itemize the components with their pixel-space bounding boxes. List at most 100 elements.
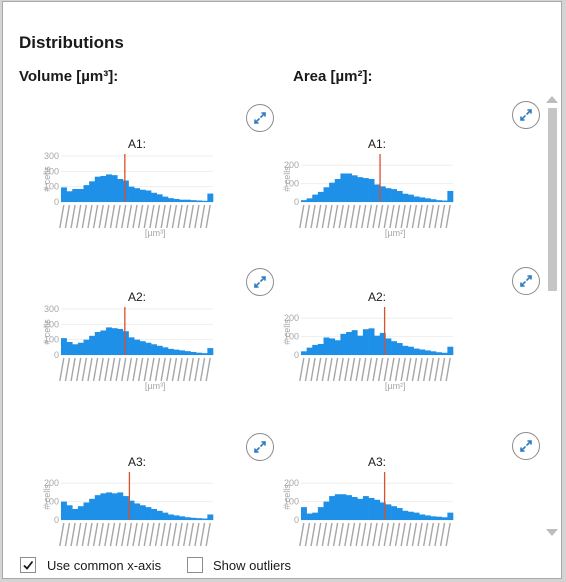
scrollbar-thumb[interactable] <box>548 108 557 291</box>
x-tick-label <box>171 357 178 382</box>
x-tick-label <box>400 357 406 382</box>
expand-chart-button[interactable] <box>246 433 274 461</box>
histogram-bar <box>184 199 191 202</box>
x-tick-label <box>366 522 373 547</box>
x-tick-label <box>321 522 328 547</box>
x-tick-label <box>327 204 333 229</box>
x-tick-label <box>149 357 155 382</box>
histogram-bar <box>323 501 330 520</box>
x-tick-label <box>92 522 99 547</box>
use-common-x-axis-label[interactable]: Use common x-axis <box>47 558 161 573</box>
histogram-bar <box>77 506 84 520</box>
x-tick-label <box>160 522 166 547</box>
expand-chart-button[interactable] <box>512 267 540 295</box>
expand-chart-button[interactable] <box>512 432 540 460</box>
x-tick-label <box>299 204 305 229</box>
histogram-bar <box>306 347 313 355</box>
scroll-up-arrow-icon[interactable] <box>546 96 558 103</box>
x-tick-label <box>81 204 88 229</box>
x-tick-label <box>64 357 71 382</box>
x-tick-label <box>428 522 434 547</box>
x-tick-label <box>194 204 200 229</box>
histogram-bar <box>190 200 197 202</box>
use-common-x-axis-checkbox[interactable] <box>20 557 36 573</box>
histogram-area-a2: A2: 200 100 0 # cells [µm²] <box>282 287 463 407</box>
histogram-bar <box>430 516 437 520</box>
x-tick-label <box>59 357 65 382</box>
histogram-bar <box>190 517 197 520</box>
x-tick-label <box>194 522 200 547</box>
expand-chart-button[interactable] <box>246 104 274 132</box>
x-tick-label <box>132 357 138 382</box>
histogram-bar <box>402 345 409 355</box>
histogram-bar <box>368 328 375 355</box>
x-tick-label <box>434 204 440 229</box>
x-tick-label <box>121 357 127 382</box>
histogram-bar <box>385 188 392 202</box>
show-outliers-checkbox[interactable] <box>187 557 203 573</box>
expand-chart-button[interactable] <box>512 101 540 129</box>
histogram-svg: A2:3002001000# cells[µm³] <box>42 290 214 391</box>
x-tick-label <box>115 204 121 229</box>
x-tick-label <box>64 522 71 547</box>
histogram-bar <box>122 331 129 355</box>
histogram-bar <box>83 339 90 355</box>
x-tick-label <box>310 522 316 547</box>
scroll-down-arrow-icon[interactable] <box>546 529 558 536</box>
x-tick-label <box>92 357 99 382</box>
x-tick-label <box>98 357 104 382</box>
y-axis-label: # cells <box>43 319 52 345</box>
x-tick-label <box>92 204 99 229</box>
expand-chart-button[interactable] <box>246 268 274 296</box>
x-tick-label <box>355 357 361 382</box>
x-tick-label <box>316 357 322 382</box>
histogram-bar <box>72 508 79 520</box>
histogram-bar <box>351 175 358 202</box>
histogram-bar <box>396 508 403 520</box>
histogram-bar <box>201 200 208 202</box>
histogram-bar <box>190 351 197 355</box>
histogram-bar <box>106 174 112 202</box>
histogram-bar <box>145 342 152 355</box>
histogram-bar <box>323 187 330 202</box>
histogram-bar <box>441 352 448 355</box>
x-tick-label <box>115 522 121 547</box>
x-tick-label <box>439 204 446 229</box>
histogram-bar <box>122 180 129 202</box>
x-tick-label <box>59 522 65 547</box>
histogram-bar <box>122 496 129 520</box>
x-tick-label <box>327 522 333 547</box>
x-tick-label <box>98 522 104 547</box>
histogram-bar <box>179 350 186 355</box>
histogram-bar <box>117 179 124 202</box>
x-tick-label <box>182 357 189 382</box>
x-tick-label <box>126 204 133 229</box>
histogram-bar <box>374 335 381 355</box>
histogram-bar <box>111 328 118 355</box>
histogram-bar <box>441 517 448 520</box>
histogram-bar <box>396 343 403 355</box>
histogram-bar <box>413 512 420 520</box>
x-tick-label <box>338 357 344 382</box>
histogram-bar <box>301 351 307 355</box>
histogram-bar <box>61 187 67 202</box>
histogram-bar <box>441 200 448 202</box>
y-tick-label: 0 <box>54 197 59 207</box>
histogram-bar <box>346 173 352 202</box>
x-tick-label <box>143 204 149 229</box>
x-tick-label <box>400 204 406 229</box>
histogram-bar <box>301 507 307 520</box>
vertical-scrollbar[interactable] <box>544 92 560 540</box>
histogram-bar <box>167 348 174 355</box>
x-tick-label <box>417 357 423 382</box>
histogram-volume-a1: A1: 300 200 100 0 # cells [µm³] <box>42 134 223 254</box>
x-tick-label <box>332 204 339 229</box>
x-tick-label <box>199 204 206 229</box>
x-tick-label <box>304 522 311 547</box>
histogram-bar <box>419 349 426 355</box>
show-outliers-label[interactable]: Show outliers <box>213 558 291 573</box>
histogram-bar <box>184 351 191 355</box>
x-tick-label <box>344 357 350 382</box>
x-tick-label <box>70 357 76 382</box>
x-tick-label <box>115 357 121 382</box>
